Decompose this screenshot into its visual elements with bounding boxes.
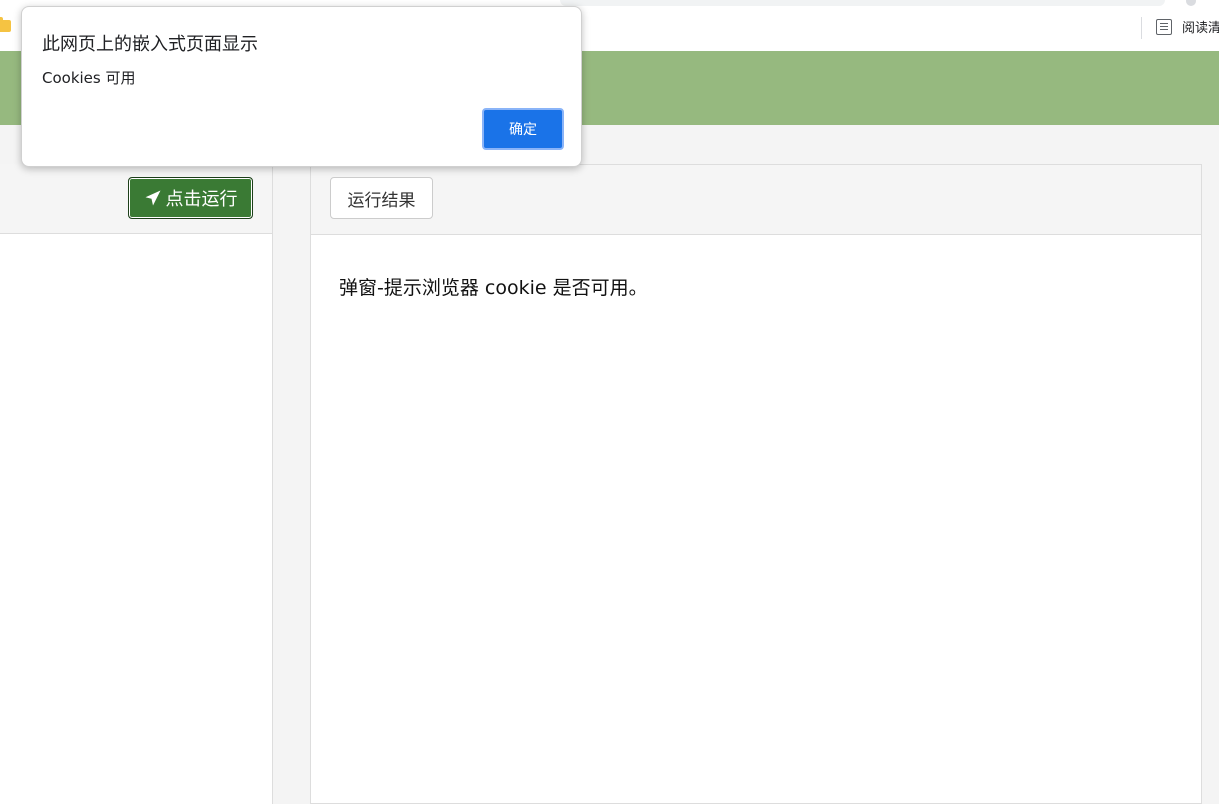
code-editor-panel: 点击运行 [0, 164, 273, 804]
editor-toolbar: 点击运行 [0, 164, 272, 234]
profile-icon[interactable] [1186, 0, 1196, 6]
reading-list-button[interactable]: 阅读清 [1156, 17, 1219, 36]
result-toolbar: 运行结果 [311, 165, 1201, 235]
dialog-message: Cookies 可用 [42, 69, 136, 87]
paper-plane-icon [145, 190, 160, 206]
bookmark-bar-divider [1141, 17, 1142, 39]
run-button[interactable]: 点击运行 [128, 177, 253, 219]
dialog-title: 此网页上的嵌入式页面显示 [42, 34, 258, 55]
result-tab[interactable]: 运行结果 [330, 177, 433, 219]
result-content: 弹窗-提示浏览器 cookie 是否可用。 [311, 235, 1201, 338]
result-text: 弹窗-提示浏览器 cookie 是否可用。 [339, 277, 648, 299]
reading-list-icon [1156, 18, 1172, 35]
result-panel: 运行结果 弹窗-提示浏览器 cookie 是否可用。 [310, 164, 1202, 804]
folder-icon[interactable] [0, 17, 11, 32]
dialog-ok-button[interactable]: 确定 [482, 108, 564, 150]
reading-list-label: 阅读清 [1182, 21, 1219, 36]
alert-dialog: 此网页上的嵌入式页面显示 Cookies 可用 确定 [21, 6, 582, 167]
address-bar[interactable] [560, 0, 1165, 6]
run-button-label: 点击运行 [165, 189, 238, 210]
